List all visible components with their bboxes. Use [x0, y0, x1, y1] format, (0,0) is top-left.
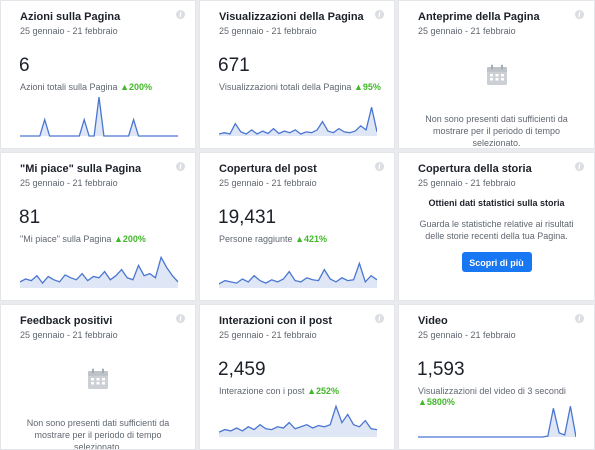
info-icon[interactable]: i	[375, 10, 384, 19]
metric-value: 6	[19, 55, 30, 76]
info-icon[interactable]: i	[176, 314, 185, 323]
empty-state-message: Non sono presenti dati sufficienti da mo…	[26, 418, 170, 450]
sparkline-area	[219, 406, 377, 437]
card-title: Copertura del post	[219, 163, 317, 175]
date-range: 25 gennaio - 21 febbraio	[219, 330, 317, 340]
trend-sparkline	[20, 97, 178, 137]
trend-sparkline	[418, 406, 576, 438]
card-title: Azioni sulla Pagina	[20, 11, 121, 23]
change-badge: ▲200%	[120, 82, 153, 92]
learn-more-button[interactable]: Scopri di più	[461, 252, 532, 272]
sparkline-line	[219, 107, 377, 135]
insights-grid: Azioni sulla Pagina 25 gennaio - 21 febb…	[0, 0, 595, 450]
date-range: 25 gennaio - 21 febbraio	[418, 178, 516, 188]
trend-sparkline	[20, 255, 178, 288]
trend-sparkline	[219, 107, 377, 136]
card-positive-feedback[interactable]: Feedback positivi 25 gennaio - 21 febbra…	[0, 304, 196, 450]
metric-label-text: Azioni totali sulla Pagina	[20, 82, 118, 92]
card-title: "Mi piace" sulla Pagina	[20, 163, 142, 175]
metric-value: 19,431	[218, 207, 277, 228]
metric-value: 2,459	[218, 359, 266, 380]
card-story-reach[interactable]: Copertura della storia 25 gennaio - 21 f…	[398, 152, 595, 301]
story-description: Guarda le statistiche relative ai risult…	[419, 219, 574, 241]
change-badge: ▲421%	[295, 234, 328, 244]
metric-value: 1,593	[417, 359, 465, 380]
metric-label: Visualizzazioni totali della Pagina ▲95%	[219, 82, 381, 92]
date-range: 25 gennaio - 21 febbraio	[20, 26, 118, 36]
empty-state-message: Non sono presenti dati sufficienti da mo…	[425, 114, 568, 148]
card-title: Anteprime della Pagina	[418, 11, 540, 23]
change-badge: ▲200%	[113, 234, 146, 244]
sparkline-area	[20, 257, 178, 288]
card-post-reach[interactable]: Copertura del post 25 gennaio - 21 febbr…	[199, 152, 395, 301]
date-range: 25 gennaio - 21 febbraio	[219, 178, 317, 188]
trend-sparkline	[219, 404, 377, 437]
trend-sparkline	[219, 261, 377, 288]
card-post-engagement[interactable]: Interazioni con il post 25 gennaio - 21 …	[199, 304, 395, 450]
calendar-icon	[486, 64, 507, 85]
card-page-previews[interactable]: Anteprime della Pagina 25 gennaio - 21 f…	[398, 0, 595, 149]
calendar-icon	[88, 368, 108, 389]
date-range: 25 gennaio - 21 febbraio	[418, 26, 516, 36]
date-range: 25 gennaio - 21 febbraio	[418, 330, 516, 340]
info-icon[interactable]: i	[176, 162, 185, 171]
metric-label-text: Visualizzazioni totali della Pagina	[219, 82, 352, 92]
card-page-actions[interactable]: Azioni sulla Pagina 25 gennaio - 21 febb…	[0, 0, 196, 149]
card-title: Visualizzazioni della Pagina	[219, 11, 364, 23]
card-page-views[interactable]: Visualizzazioni della Pagina 25 gennaio …	[199, 0, 395, 149]
info-icon[interactable]: i	[575, 314, 584, 323]
card-title: Interazioni con il post	[219, 315, 333, 327]
info-icon[interactable]: i	[375, 314, 384, 323]
metric-label: Persone raggiunte ▲421%	[219, 234, 327, 244]
sparkline-area	[219, 263, 377, 288]
date-range: 25 gennaio - 21 febbraio	[219, 26, 317, 36]
card-title: Feedback positivi	[20, 315, 113, 327]
metric-label: "Mi piace" sulla Pagina ▲200%	[20, 234, 146, 244]
info-icon[interactable]: i	[176, 10, 185, 19]
metric-value: 671	[218, 55, 250, 76]
date-range: 25 gennaio - 21 febbraio	[20, 178, 118, 188]
card-video[interactable]: Video 25 gennaio - 21 febbraio i 1,593 V…	[398, 304, 595, 450]
card-title: Video	[418, 315, 448, 327]
sparkline-area	[20, 97, 178, 136]
card-title: Copertura della storia	[418, 163, 532, 175]
metric-label-text: "Mi piace" sulla Pagina	[20, 234, 112, 244]
metric-label-text: Persone raggiunte	[219, 234, 293, 244]
info-icon[interactable]: i	[375, 162, 384, 171]
date-range: 25 gennaio - 21 febbraio	[20, 330, 118, 340]
card-page-likes[interactable]: "Mi piace" sulla Pagina 25 gennaio - 21 …	[0, 152, 196, 301]
metric-label: Azioni totali sulla Pagina ▲200%	[20, 82, 152, 92]
story-heading: Ottieni dati statistici sulla storia	[428, 198, 565, 208]
info-icon[interactable]: i	[575, 10, 584, 19]
info-icon[interactable]: i	[575, 162, 584, 171]
change-badge: ▲95%	[353, 82, 381, 92]
metric-value: 81	[19, 207, 41, 228]
